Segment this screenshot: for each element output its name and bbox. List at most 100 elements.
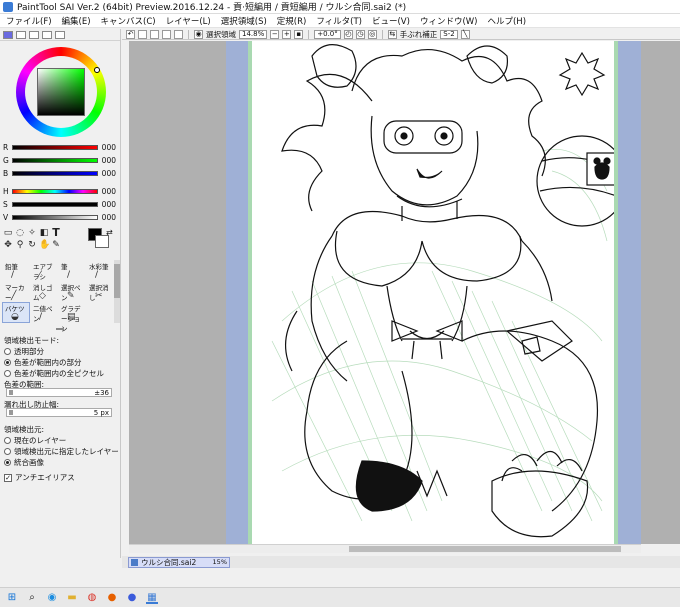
search-icon[interactable]: ⌕ [26, 592, 38, 604]
g-bar[interactable] [12, 158, 98, 163]
text-icon[interactable]: T [51, 227, 61, 238]
menu-help[interactable]: ヘルプ(H) [487, 15, 526, 27]
slider-r[interactable]: R 000 [3, 142, 118, 153]
radio[interactable] [4, 348, 11, 355]
v-bar[interactable] [12, 215, 98, 220]
slider-s[interactable]: S 000 [3, 199, 118, 210]
undo-icon[interactable]: ↶ [126, 29, 135, 39]
brush-empty-slot[interactable] [86, 302, 114, 323]
antialias-checkbox[interactable]: ✓ [4, 473, 12, 482]
menu-view[interactable]: ビュー(V) [372, 15, 410, 27]
menu-window[interactable]: ウィンドウ(W) [420, 15, 478, 27]
straight-line-icon[interactable]: ╲ [460, 29, 470, 39]
brush-airbrush[interactable]: エアブラシ ⁄ [30, 260, 58, 281]
brush-watercolor[interactable]: 水彩筆 / [86, 260, 114, 281]
detect-source-merged[interactable]: 統合画像 [4, 457, 44, 468]
menu-layer[interactable]: レイヤー(L) [166, 15, 211, 27]
rotation-field[interactable]: +0.0° [314, 29, 341, 39]
zoom-out-icon[interactable]: − [270, 29, 280, 39]
brush-brush[interactable]: 筆 / [58, 260, 86, 281]
folder-icon[interactable]: ▬ [66, 592, 78, 604]
menu-edit[interactable]: 編集(E) [62, 15, 91, 27]
rotate-left-icon[interactable]: ◴ [343, 29, 353, 39]
lasso-icon[interactable]: ◌ [15, 228, 25, 238]
radio[interactable] [4, 359, 11, 366]
selection-visibility-icon[interactable]: ◉ [194, 29, 203, 39]
brush-selection-pen[interactable]: 選択ペン ✎ [58, 281, 86, 302]
zoom-in-icon[interactable]: + [282, 29, 292, 39]
brush-pencil[interactable]: 鉛筆 / [2, 260, 30, 281]
antialias-option[interactable]: ✓ アンチエイリアス [4, 472, 75, 483]
menu-canvas[interactable]: キャンバス(C) [101, 15, 156, 27]
magic-wand-icon[interactable]: ✧ [27, 228, 37, 238]
brush-scrollbar[interactable] [114, 260, 120, 323]
menu-filter[interactable]: フィルタ(T) [316, 15, 362, 27]
zoom-reset-icon[interactable]: ▪ [294, 29, 304, 39]
shape-icon[interactable]: ◧ [39, 228, 49, 238]
hsv-slider-tab[interactable] [29, 30, 39, 39]
chrome-icon[interactable]: ◍ [86, 592, 98, 604]
redo-icon[interactable] [138, 29, 147, 39]
detect-mode-transparent[interactable]: 透明部分 [4, 346, 44, 357]
menu-ruler[interactable]: 定規(R) [277, 15, 307, 27]
color-wheel-tab[interactable] [3, 30, 13, 39]
brush-gradient[interactable]: グラデーション ▤ [58, 302, 86, 333]
hand-icon[interactable]: ✋ [39, 240, 50, 250]
rotate-reset-icon[interactable]: ◎ [367, 29, 377, 39]
menu-selection[interactable]: 選択領域(S) [221, 15, 267, 27]
zoom-icon[interactable]: ⚲ [15, 240, 25, 250]
brush-marker[interactable]: マーカー ╱ [2, 281, 30, 302]
detect-mode-color-range[interactable]: 色差が範囲内の部分 [4, 357, 82, 368]
eyedropper-icon[interactable]: ✎ [51, 240, 61, 250]
sai-icon[interactable]: ▦ [146, 592, 158, 604]
canvas-document[interactable] [226, 41, 641, 544]
color-range-field[interactable]: ±36 [6, 388, 112, 397]
move-icon[interactable]: ✥ [3, 240, 13, 250]
radio[interactable] [4, 437, 11, 444]
canvas-viewport[interactable] [129, 41, 641, 544]
detect-source-specified[interactable]: 領域検出元に指定したレイヤー [4, 446, 119, 457]
rotate-icon[interactable]: ↻ [27, 240, 37, 250]
paste-icon[interactable] [174, 29, 183, 39]
menu-file[interactable]: ファイル(F) [6, 15, 52, 27]
horizontal-scrollbar-thumb[interactable] [349, 546, 621, 552]
rotate-right-icon[interactable]: ◷ [355, 29, 365, 39]
firefox-dev-icon[interactable]: ● [126, 592, 138, 604]
slider-v[interactable]: V 000 [3, 212, 118, 223]
detect-source-current[interactable]: 現在のレイヤー [4, 435, 66, 446]
s-bar[interactable] [12, 202, 98, 207]
rect-select-icon[interactable]: ▭ [3, 228, 13, 238]
zoom-field[interactable]: 14.8% [239, 29, 268, 39]
slider-g[interactable]: G 000 [3, 155, 118, 166]
palette-tab[interactable] [42, 30, 52, 39]
h-bar[interactable] [12, 189, 98, 194]
b-bar[interactable] [12, 171, 98, 176]
panel-resize-grip[interactable] [56, 328, 64, 330]
deselect-icon[interactable] [150, 29, 159, 39]
swap-colors-icon[interactable]: ⇄ [106, 228, 113, 237]
slider-h[interactable]: H 000 [3, 186, 118, 197]
rgb-slider-tab[interactable] [16, 30, 26, 39]
leak-field[interactable]: 5 px [6, 408, 112, 417]
brush-eraser[interactable]: 消しゴム ◇ [30, 281, 58, 302]
brush-selection-erase[interactable]: 選択消し ✂ [86, 281, 114, 302]
radio[interactable] [4, 459, 11, 466]
drawing-page[interactable] [248, 41, 618, 544]
radio[interactable] [4, 448, 11, 455]
hue-marker[interactable] [94, 67, 100, 73]
radio[interactable] [4, 370, 11, 377]
brush-bucket[interactable]: バケツ ◒ [2, 302, 30, 323]
copy-icon[interactable] [162, 29, 171, 39]
detect-mode-all-pixels[interactable]: 色差が範囲内の全ピクセル [4, 368, 104, 379]
slider-b[interactable]: B 000 [3, 168, 118, 179]
flip-icon[interactable]: ⇆ [387, 29, 397, 39]
r-bar[interactable] [12, 145, 98, 150]
firefox-icon[interactable]: ● [106, 592, 118, 604]
windows-start-icon[interactable]: ⊞ [6, 592, 18, 604]
edge-icon[interactable]: ◉ [46, 592, 58, 604]
document-tab[interactable]: ウルシ合同.sai2 15% [128, 557, 230, 568]
brush-binary-pen[interactable]: 二値ペン / [30, 302, 58, 323]
saturation-value-square[interactable] [37, 68, 85, 116]
horizontal-scrollbar[interactable] [129, 544, 641, 553]
stabilizer-field[interactable]: S-2 [440, 29, 458, 39]
